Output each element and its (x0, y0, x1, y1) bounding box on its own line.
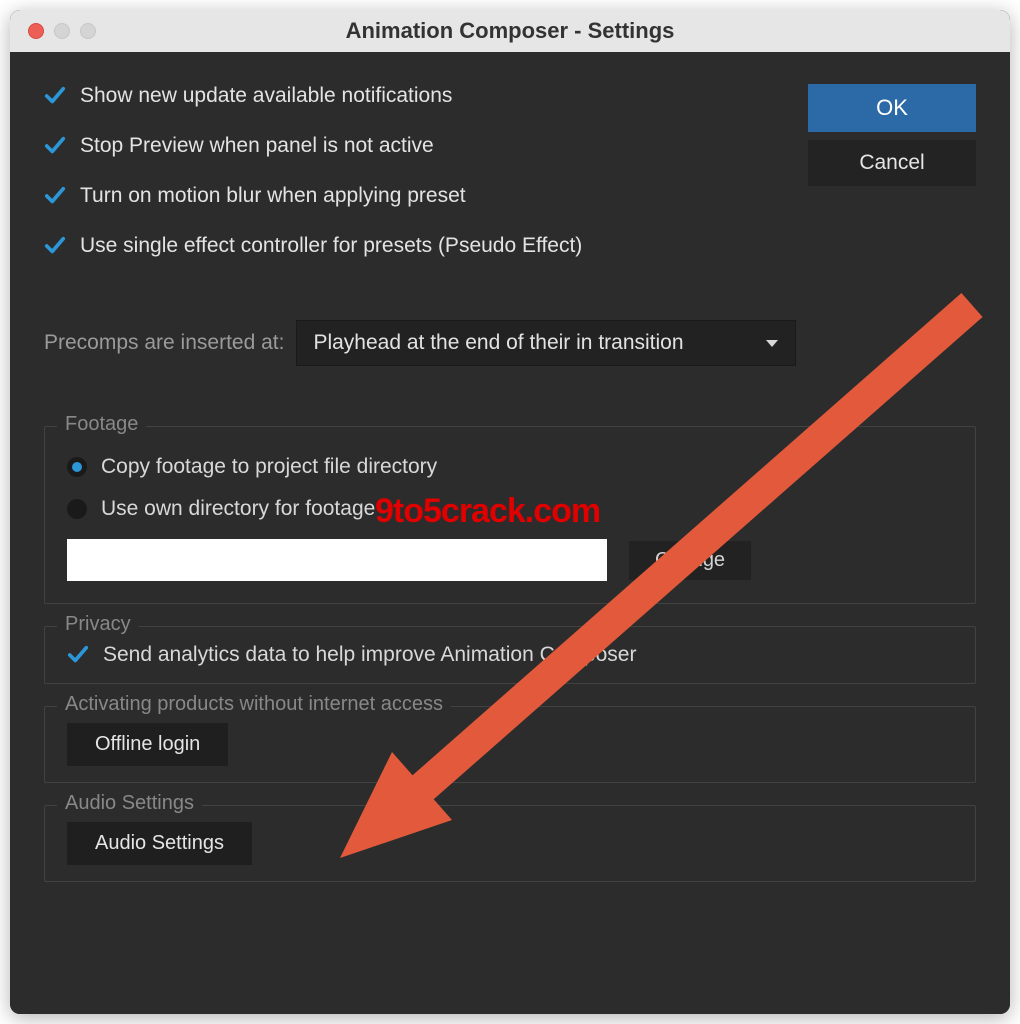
cancel-button[interactable]: Cancel (808, 140, 976, 186)
chevron-down-icon (765, 331, 779, 355)
check-icon[interactable] (67, 644, 89, 666)
check-icon[interactable] (44, 85, 66, 107)
audio-settings-button[interactable]: Audio Settings (67, 822, 252, 865)
precomp-selected: Playhead at the end of their in transiti… (313, 331, 683, 354)
settings-window: Animation Composer - Settings Show new u… (10, 10, 1010, 1014)
radio-icon[interactable] (67, 457, 87, 477)
footage-copy-row[interactable]: Copy footage to project file directory (67, 455, 953, 479)
ok-button[interactable]: OK (808, 84, 976, 132)
audio-group: Audio Settings Audio Settings (44, 805, 976, 882)
footage-own-label: Use own directory for footage (101, 497, 375, 521)
check-preview-label: Stop Preview when panel is not active (80, 134, 434, 158)
audio-title: Audio Settings (57, 792, 202, 815)
window-title: Animation Composer - Settings (10, 18, 1010, 44)
privacy-group: Privacy Send analytics data to help impr… (44, 626, 976, 684)
activating-group: Activating products without internet acc… (44, 706, 976, 783)
precomp-select[interactable]: Playhead at the end of their in transiti… (296, 320, 796, 366)
footage-title: Footage (57, 413, 146, 436)
footage-own-row[interactable]: Use own directory for footage (67, 497, 953, 521)
check-motionblur-label: Turn on motion blur when applying preset (80, 184, 466, 208)
check-pseudo-label: Use single effect controller for presets… (80, 234, 582, 258)
footage-copy-label: Copy footage to project file directory (101, 455, 437, 479)
check-updates-label: Show new update available notifications (80, 84, 452, 108)
footage-group: Footage Copy footage to project file dir… (44, 426, 976, 604)
precomp-label: Precomps are inserted at: (44, 331, 284, 355)
check-icon[interactable] (44, 135, 66, 157)
titlebar: Animation Composer - Settings (10, 10, 1010, 52)
activating-title: Activating products without internet acc… (57, 693, 451, 716)
privacy-analytics-label: Send analytics data to help improve Anim… (103, 643, 636, 667)
offline-login-button[interactable]: Offline login (67, 723, 228, 766)
radio-icon[interactable] (67, 499, 87, 519)
check-icon[interactable] (44, 235, 66, 257)
change-button[interactable]: Change (629, 541, 751, 580)
content: Show new update available notifications … (10, 52, 1010, 1014)
check-icon[interactable] (44, 185, 66, 207)
privacy-title: Privacy (57, 613, 139, 636)
footage-path-input[interactable] (67, 539, 607, 581)
